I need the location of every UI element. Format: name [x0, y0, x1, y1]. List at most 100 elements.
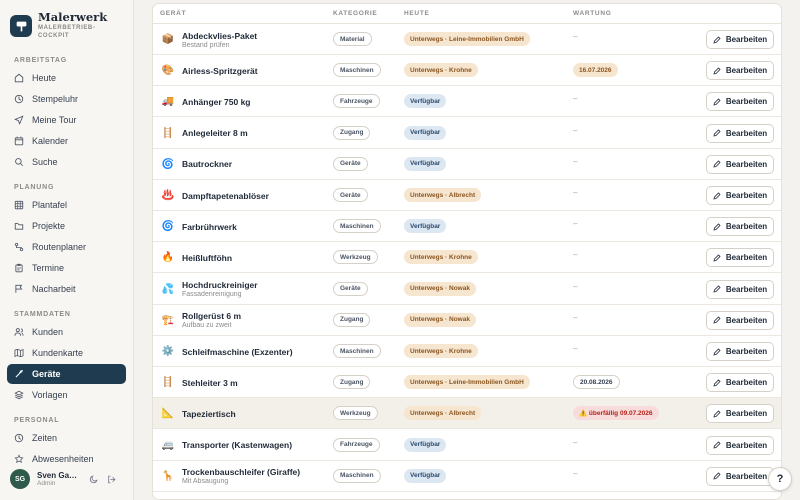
edit-button[interactable]: Bearbeiten: [706, 248, 774, 268]
device-name: Schleifmaschine (Exzenter): [182, 346, 293, 357]
sidebar-item-heute[interactable]: Heute: [7, 68, 126, 88]
sidebar-item-label: Routenplaner: [32, 242, 87, 252]
column-header-today[interactable]: HEUTE: [404, 10, 430, 17]
status-badge: Verfügbar: [404, 468, 447, 483]
status-badge: Unterwegs · Albrecht: [404, 406, 482, 421]
status-badge: Verfügbar: [404, 437, 447, 452]
column-header-maintenance[interactable]: WARTUNG: [573, 10, 611, 17]
brand[interactable]: Malerwerk MALERBETRIEB-COCKPIT: [10, 10, 108, 40]
edit-button[interactable]: Bearbeiten: [706, 186, 774, 205]
users-icon: [14, 327, 24, 337]
device-name-cell: Transporter (Kastenwagen): [182, 430, 292, 461]
sidebar-item-label: Nacharbeit: [32, 284, 76, 294]
maintenance-value: –: [573, 219, 578, 229]
sidebar-item-label: Kalender: [32, 136, 69, 146]
table-row[interactable]: 🌀 Bautrockner Geräte Verfügbar – Bearbeiten: [153, 149, 781, 180]
category-badge: Werkzeug: [333, 406, 378, 421]
sidebar-item-nacharbeit[interactable]: Nacharbeit: [7, 279, 126, 299]
table-row[interactable]: 🚚 Anhänger 750 kg Fahrzeuge Verfügbar – Bearb…: [153, 86, 781, 118]
category-badge: Zugang: [333, 375, 371, 390]
user-role: Admin: [37, 480, 56, 487]
maintenance-value: –: [573, 312, 578, 322]
edit-button[interactable]: Bearbeiten: [706, 30, 774, 49]
table-row[interactable]: 🚐 Transporter (Kastenwagen) Fahrzeuge Verfü…: [153, 430, 781, 461]
pencil-icon: [713, 191, 721, 200]
table-row[interactable]: 🌀 Farbrührwerk Maschinen Verfügbar – Bearbeit…: [153, 211, 781, 243]
nav-section-planung: PLANUNG: [14, 184, 55, 191]
sidebar-item-meine-tour[interactable]: Meine Tour: [7, 110, 126, 130]
edit-button[interactable]: Bearbeiten: [706, 61, 774, 81]
edit-button[interactable]: Bearbeiten: [706, 404, 774, 424]
sidebar-item-kalender[interactable]: Kalender: [7, 131, 126, 151]
user-name: Sven Ga…: [37, 471, 78, 480]
edit-button[interactable]: Bearbeiten: [706, 154, 774, 174]
pencil-icon: [713, 285, 721, 293]
device-name: Heißluftföhn: [182, 252, 233, 263]
edit-button[interactable]: Bearbeiten: [706, 92, 774, 112]
table-row[interactable]: 🪜 Stehleiter 3 m Zugang Unterwegs · Leine-I…: [153, 367, 781, 399]
sidebar-item-kunden[interactable]: Kunden: [7, 322, 126, 342]
edit-button[interactable]: Bearbeiten: [706, 373, 774, 393]
table-row[interactable]: 🪜 Anlegeleiter 8 m Zugang Verfügbar – Bearbei…: [153, 118, 781, 149]
device-note: Aufbau zu zweit: [182, 322, 232, 330]
pencil-icon: [713, 160, 721, 168]
column-header-device[interactable]: GERÄT: [160, 10, 186, 17]
sidebar-item-suche[interactable]: Suche: [7, 152, 126, 172]
device-icon: 📦: [161, 34, 175, 45]
grid-icon: [14, 200, 24, 210]
status-badge: Unterwegs · Nowak: [404, 312, 476, 327]
maintenance-badge: 20.08.2026: [573, 375, 620, 390]
table-row[interactable]: 🏗️ Rollgerüst 6 m Aufbau zu zweit Zugang Unt…: [153, 305, 781, 336]
help-button[interactable]: ?: [768, 467, 792, 491]
device-note: Mit Absaugung: [182, 478, 229, 486]
sidebar-item-routenplaner[interactable]: Routenplaner: [7, 237, 126, 257]
sidebar-item-termine[interactable]: Termine: [7, 258, 126, 278]
edit-button[interactable]: Bearbeiten: [706, 342, 774, 361]
device-name: Dampftapetenablöser: [182, 190, 269, 201]
table-row[interactable]: 🦒 Trockenbauschleifer (Giraffe) Mit Absaug…: [153, 461, 781, 492]
status-badge: Unterwegs · Krohne: [404, 250, 478, 265]
column-header-category[interactable]: KATEGORIE: [333, 10, 377, 17]
sidebar-item-label: Suche: [32, 157, 58, 167]
table-row[interactable]: 📐 Tapeziertisch Werkzeug Unterwegs · Albrec…: [153, 398, 781, 430]
sidebar-item-label: Heute: [32, 73, 57, 83]
status-badge: Unterwegs · Leine-Immobilien GmbH: [404, 32, 530, 46]
sidebar-item-kundenkarte[interactable]: Kundenkarte: [7, 343, 126, 363]
table-row[interactable]: 🎨 Airless-Spritzgerät Maschinen Unterwegs ·…: [153, 55, 781, 87]
device-name-cell: Abdeckvlies-Paket Bestand prüfen: [182, 24, 257, 55]
edit-button[interactable]: Bearbeiten: [706, 217, 774, 237]
sidebar-item-stempeluhr[interactable]: Stempeluhr: [7, 89, 126, 109]
moon-icon[interactable]: [87, 473, 99, 485]
edit-button-label: Bearbeiten: [725, 471, 768, 481]
edit-button-label: Bearbeiten: [725, 66, 768, 76]
sidebar-item-geräte[interactable]: Geräte: [7, 364, 126, 384]
brand-subtitle: MALERBETRIEB-COCKPIT: [38, 25, 96, 39]
logout-icon[interactable]: [105, 473, 117, 485]
sidebar-item-zeiten[interactable]: Zeiten: [7, 428, 126, 448]
nav-section-personal: PERSONAL: [14, 417, 60, 424]
table-row[interactable]: 📦 Abdeckvlies-Paket Bestand prüfen Material…: [153, 24, 781, 55]
avatar[interactable]: SG: [10, 469, 30, 489]
sidebar-item-label: Kunden: [32, 327, 64, 337]
edit-button-label: Bearbeiten: [725, 440, 768, 450]
edit-button[interactable]: Bearbeiten: [706, 310, 774, 330]
table-row[interactable]: 🔥 Heißluftföhn Werkzeug Unterwegs · Krohne –…: [153, 242, 781, 274]
sidebar-item-vorlagen[interactable]: Vorlagen: [7, 385, 126, 405]
device-name: Rollgerüst 6 m: [182, 311, 242, 322]
edit-button[interactable]: Bearbeiten: [706, 466, 774, 486]
pencil-icon: [713, 254, 721, 262]
sidebar-item-plantafel[interactable]: Plantafel: [7, 195, 126, 215]
table-row[interactable]: 💦 Hochdruckreiniger Fassadenreinigung Gerät…: [153, 274, 781, 305]
edit-button[interactable]: Bearbeiten: [706, 123, 774, 143]
maintenance-value: –: [573, 344, 578, 353]
sidebar-item-label: Plantafel: [32, 200, 68, 210]
device-note: Fassadenreinigung: [182, 291, 242, 299]
table-row[interactable]: ⚙️ Schleifmaschine (Exzenter) Maschinen Unt…: [153, 336, 781, 367]
edit-button-label: Bearbeiten: [725, 347, 768, 356]
edit-button[interactable]: Bearbeiten: [706, 435, 774, 455]
sidebar-item-projekte[interactable]: Projekte: [7, 216, 126, 236]
edit-button[interactable]: Bearbeiten: [706, 279, 774, 299]
table-row[interactable]: ♨️ Dampftapetenablöser Geräte Unterwegs · A…: [153, 180, 781, 211]
table-header: GERÄT KATEGORIE HEUTE WARTUNG: [153, 4, 781, 24]
sidebar-item-label: Zeiten: [32, 433, 58, 443]
